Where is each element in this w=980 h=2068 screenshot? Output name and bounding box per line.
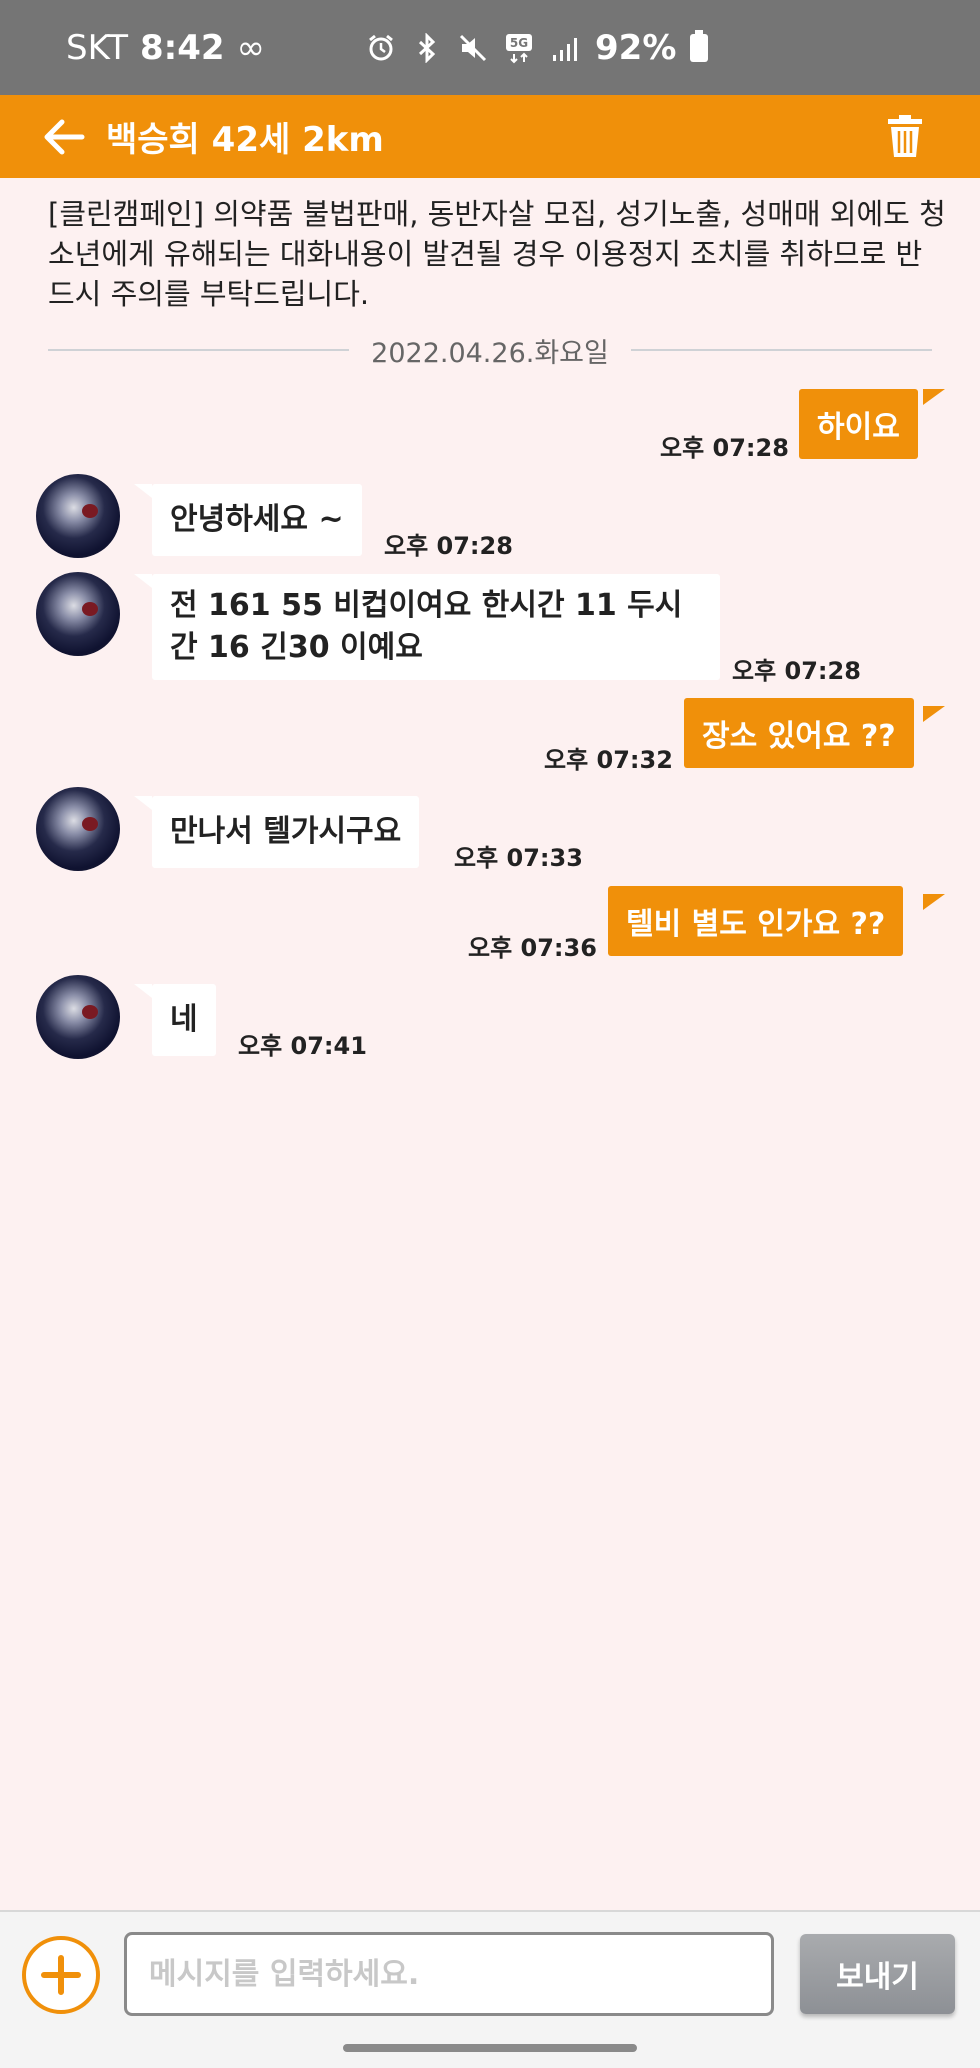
chat-partner-title: 백승희 42세 2km [106,120,384,160]
chat-header: 백승희 42세 2km [0,95,980,178]
message-time: 오후 07:33 [454,844,583,872]
bubble-tail [134,574,152,588]
network-label: 5G [510,36,528,50]
attach-button[interactable] [22,1936,100,2014]
status-icons: 5G 92% [365,0,709,95]
battery-percent: 92% [595,27,677,68]
avatar[interactable] [36,975,120,1059]
avatar[interactable] [36,787,120,871]
avatar[interactable] [36,474,120,558]
home-indicator[interactable] [343,2044,637,2052]
bubble-tail [923,894,945,910]
message-time: 오후 07:28 [732,657,861,685]
clean-campaign-notice: [클린캠페인] 의약품 불법판매, 동반자살 모집, 성기노출, 성매매 외에도… [48,197,946,311]
send-button[interactable]: 보내기 [800,1934,955,2014]
message-time: 오후 07:32 [544,746,673,774]
outgoing-message[interactable]: 하이요 [799,389,918,459]
incoming-message[interactable]: 안녕하세요 ~ [152,484,362,556]
infinity-icon: ∞ [236,27,265,68]
trash-icon[interactable] [884,115,926,159]
outgoing-message[interactable]: 텔비 별도 인가요 ?? [608,886,904,956]
plus-icon [41,1955,81,1995]
bluetooth-icon [411,32,443,64]
signal-icon [549,32,581,64]
bubble-tail [923,389,945,405]
divider-line [630,349,933,351]
alarm-icon [365,32,397,64]
message-time: 오후 07:28 [384,532,513,560]
status-bar: SKT 8:42 ∞ 5G 92% [0,0,980,95]
mute-icon [457,32,489,64]
back-arrow-icon[interactable] [40,113,88,161]
status-left: SKT 8:42 ∞ [66,28,265,68]
outgoing-message[interactable]: 장소 있어요 ?? [684,698,914,768]
5g-icon: 5G [503,32,535,64]
date-label: 2022.04.26.화요일 [371,337,609,369]
message-time: 오후 07:28 [660,434,789,462]
status-time: 8:42 [140,27,225,68]
date-divider: 2022.04.26.화요일 [48,330,933,370]
bubble-tail [923,706,945,722]
bubble-tail [134,984,152,998]
bubble-tail [134,484,152,498]
battery-icon [690,29,709,62]
carrier-label: SKT [66,27,129,68]
message-input[interactable] [124,1932,774,2016]
incoming-message[interactable]: 네 [152,984,216,1056]
message-time: 오후 07:41 [238,1032,367,1060]
bubble-tail [134,796,152,810]
incoming-message[interactable]: 전 161 55 비컵이여요 한시간 11 두시간 16 긴30 이예요 [152,574,720,680]
message-time: 오후 07:36 [468,934,597,962]
divider-line [48,349,350,351]
avatar[interactable] [36,572,120,656]
incoming-message[interactable]: 만나서 텔가시구요 [152,796,420,868]
